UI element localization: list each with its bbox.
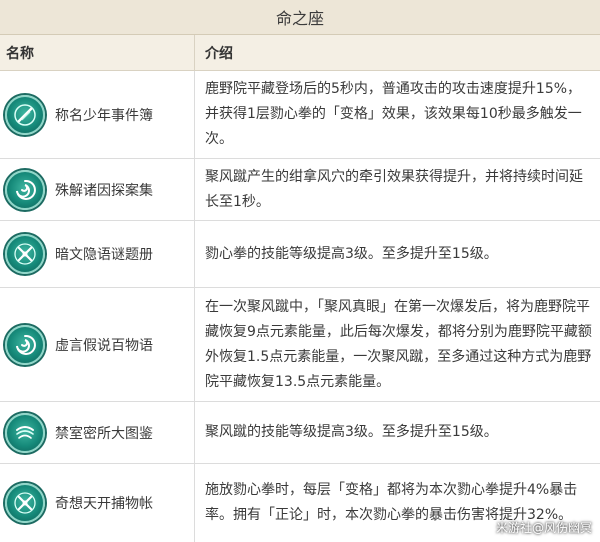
description-cell: 聚风蹴产生的绀拿风穴的牵引效果获得提升，并将持续时间延长至1秒。 <box>195 159 600 220</box>
constellation-name: 称名少年事件簿 <box>55 107 153 124</box>
constellation-table: 命之座 名称 介绍 称名少年事件簿 鹿野院平藏登场后的5秒内，普通攻击的攻击速度… <box>0 0 600 542</box>
constellation-name: 殊解诸因探案集 <box>55 182 153 199</box>
description-cell: 在一次聚风蹴中，「聚风真眼」在第一次爆发后，将为鹿野院平藏恢复9点元素能量，此后… <box>195 288 600 401</box>
constellation-cross-icon <box>5 234 45 274</box>
name-cell: 暗文隐语谜题册 <box>0 221 195 287</box>
name-cell: 称名少年事件簿 <box>0 71 195 158</box>
watermark: 米游社@风伤幽冥 <box>495 521 592 535</box>
table-row: 虚言假说百物语 在一次聚风蹴中，「聚风真眼」在第一次爆发后，将为鹿野院平藏恢复9… <box>0 288 600 402</box>
name-cell: 殊解诸因探案集 <box>0 159 195 220</box>
table-row: 称名少年事件簿 鹿野院平藏登场后的5秒内，普通攻击的攻击速度提升15%，并获得1… <box>0 71 600 159</box>
name-cell: 奇想天开捕物帐 <box>0 464 195 542</box>
column-header-description: 介绍 <box>205 46 233 62</box>
constellation-name: 奇想天开捕物帐 <box>55 496 153 512</box>
constellation-name: 虚言假说百物语 <box>55 337 153 354</box>
name-cell: 虚言假说百物语 <box>0 288 195 401</box>
constellation-cross-icon <box>5 483 45 523</box>
table-title: 命之座 <box>0 0 600 35</box>
description-cell: 聚风蹴的技能等级提高3级。至多提升至15级。 <box>195 402 600 463</box>
table-row: 殊解诸因探案集 聚风蹴产生的绀拿风穴的牵引效果获得提升，并将持续时间延长至1秒。 <box>0 159 600 221</box>
constellation-description: 鹿野院平藏登场后的5秒内，普通攻击的攻击速度提升15%，并获得1层勠心拳的「变格… <box>205 81 582 147</box>
constellation-wind-icon <box>5 412 45 453</box>
constellation-swirl-icon <box>5 324 45 365</box>
description-cell: 勠心拳的技能等级提高3级。至多提升至15级。 <box>195 221 600 287</box>
description-cell: 鹿野院平藏登场后的5秒内，普通攻击的攻击速度提升15%，并获得1层勠心拳的「变格… <box>195 71 600 158</box>
column-header-name: 名称 <box>0 35 195 71</box>
table-title-text: 命之座 <box>275 9 324 28</box>
name-cell: 禁室密所大图鉴 <box>0 402 195 463</box>
constellation-description: 在一次聚风蹴中，「聚风真眼」在第一次爆发后，将为鹿野院平藏恢复9点元素能量，此后… <box>205 298 592 390</box>
table-header: 名称 介绍 <box>0 35 600 71</box>
constellation-swirl-icon <box>5 169 45 210</box>
table-row: 暗文隐语谜题册 勠心拳的技能等级提高3级。至多提升至15级。 <box>0 221 600 288</box>
table-row: 禁室密所大图鉴 聚风蹴的技能等级提高3级。至多提升至15级。 <box>0 402 600 464</box>
constellation-description: 聚风蹴产生的绀拿风穴的牵引效果获得提升，并将持续时间延长至1秒。 <box>205 168 583 210</box>
constellation-name: 禁室密所大图鉴 <box>55 425 153 442</box>
constellation-name: 暗文隐语谜题册 <box>55 247 153 263</box>
constellation-description: 聚风蹴的技能等级提高3级。至多提升至15级。 <box>205 424 498 440</box>
constellation-slash-icon <box>5 94 45 135</box>
constellation-description: 勠心拳的技能等级提高3级。至多提升至15级。 <box>205 245 498 262</box>
